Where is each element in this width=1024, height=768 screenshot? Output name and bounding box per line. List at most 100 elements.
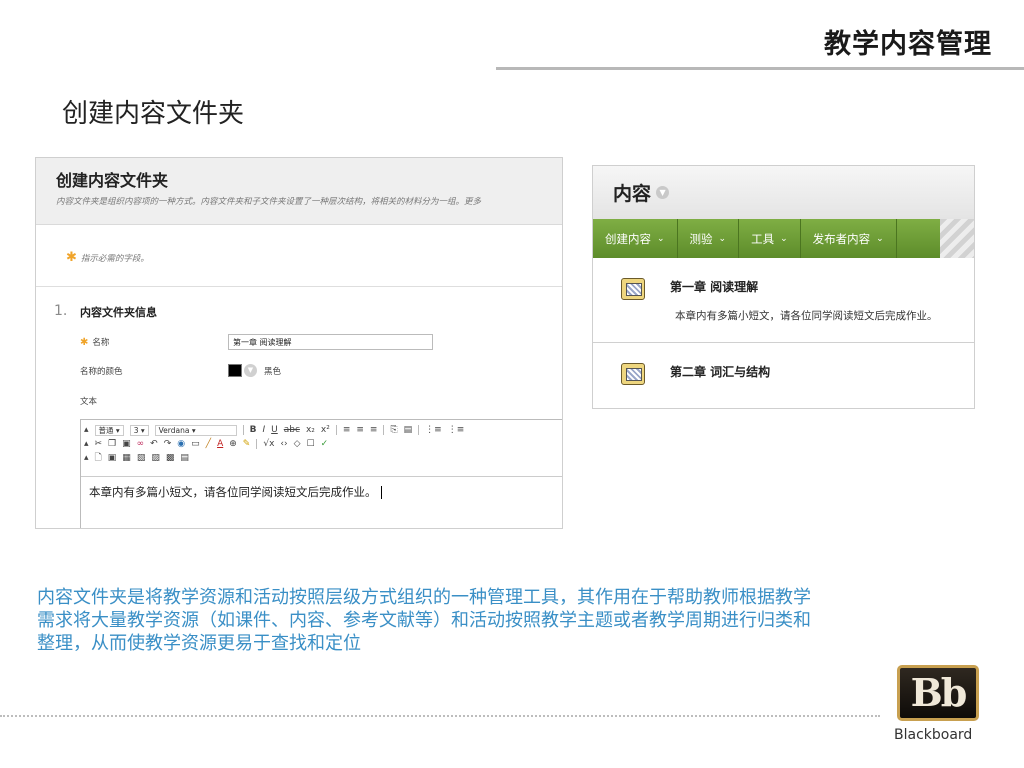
collapse-icon[interactable]: ▴ xyxy=(84,425,89,435)
collapse-icon[interactable]: ▴ xyxy=(84,453,89,463)
align-center-icon[interactable]: ≡ xyxy=(356,425,364,435)
size-select[interactable]: 3 ▾ xyxy=(129,424,149,436)
chevron-down-icon[interactable]: ▼ xyxy=(244,364,257,377)
title-divider xyxy=(496,67,1024,70)
numbered-list-icon[interactable]: ⋮≡ xyxy=(425,425,442,435)
toolbar-separator xyxy=(256,439,258,449)
color-picker[interactable]: ▼ 黑色 xyxy=(228,364,281,377)
align-left-icon[interactable]: ≡ xyxy=(343,425,351,435)
chevron-down-icon: ⌄ xyxy=(780,233,788,244)
blackboard-wordmark: Blackboard xyxy=(894,727,973,743)
align-right-icon[interactable]: ≡ xyxy=(370,425,378,435)
insert-audio-icon[interactable]: ▧ xyxy=(137,453,146,463)
folder-icon xyxy=(621,278,645,300)
clipboard-icon[interactable]: ▤ xyxy=(404,425,413,435)
create-folder-form: 创建内容文件夹 内容文件夹是组织内容项的一种方式。内容文件夹和子文件夹设置了一种… xyxy=(35,157,563,529)
required-note-text: 指示必需的字段。 xyxy=(80,254,149,264)
font-select[interactable]: Verdana ▾ xyxy=(154,424,237,436)
color-label: 名称的颜色 xyxy=(80,367,123,377)
chevron-down-icon: ⌄ xyxy=(876,233,884,244)
chevron-down-icon: ⌄ xyxy=(718,233,727,244)
section-heading: 创建内容文件夹 xyxy=(62,99,245,129)
content-header: 内容 ▼ xyxy=(593,166,974,219)
chevron-down-icon: ⌄ xyxy=(657,233,665,244)
toolbar-separator xyxy=(383,425,385,435)
toolbar-separator xyxy=(242,425,244,435)
content-item[interactable]: 第二章 词汇与结构 xyxy=(593,343,974,408)
superscript-icon[interactable]: x² xyxy=(321,425,330,435)
undo-icon[interactable]: ↶ xyxy=(150,439,158,449)
unlink-icon[interactable]: ∞ xyxy=(137,439,145,449)
insert-video-icon[interactable]: ▨ xyxy=(151,453,160,463)
insert-image-icon[interactable]: ▣ xyxy=(108,453,117,463)
paste-icon[interactable]: ▣ xyxy=(122,439,131,449)
bullet-list-icon[interactable]: ⋮≡ xyxy=(448,425,465,435)
collapse-icon[interactable]: ▴ xyxy=(84,439,89,449)
editor-text: 本章内有多篇小短文，请各位同学阅读短文后完成作业。 xyxy=(89,485,377,499)
tools-button[interactable]: 工具 ⌄ xyxy=(739,219,801,258)
action-bar-stripes xyxy=(940,219,974,258)
item-description: 本章内有多篇小短文，请各位同学阅读短文后完成作业。 xyxy=(675,310,938,322)
name-label-text: 名称 xyxy=(92,338,110,348)
editor-toolbar-row-3: ▴ 🗋 ▣ ▦ ▧ ▨ ▩ ▤ xyxy=(81,450,562,466)
required-star-icon: ✱ xyxy=(66,250,77,265)
fullscreen-icon[interactable]: ☐ xyxy=(307,439,315,449)
color-value: 黑色 xyxy=(264,366,282,377)
insert-flash-icon[interactable]: ▩ xyxy=(166,453,175,463)
item-title[interactable]: 第二章 词汇与结构 xyxy=(670,363,770,380)
editor-toolbar-row-1: ▴ 普通 ▾ 3 ▾ Verdana ▾ B I U abc x₂ x² ≡ ≡… xyxy=(81,423,562,437)
content-area: 内容 ▼ 创建内容 ⌄ 测验 ⌄ 工具 ⌄ 发布者内容 ⌄ 第一章 阅读理解 本章内有多… xyxy=(592,165,975,409)
create-content-button[interactable]: 创建内容 ⌄ xyxy=(593,219,678,258)
editor-content[interactable]: 本章内有多篇小短文，请各位同学阅读短文后完成作业。 xyxy=(81,476,562,507)
content-item[interactable]: 第一章 阅读理解 本章内有多篇小短文，请各位同学阅读短文后完成作业。 xyxy=(593,258,974,342)
color-swatch[interactable] xyxy=(228,364,242,377)
text-caret xyxy=(380,486,382,499)
section-number: 1. xyxy=(54,303,68,319)
publisher-content-button[interactable]: 发布者内容 ⌄ xyxy=(801,219,897,258)
toolbar-separator xyxy=(335,425,337,435)
required-star-icon: ✱ xyxy=(80,337,89,348)
underline-icon[interactable]: U xyxy=(271,425,278,435)
blackboard-logo: Bb xyxy=(897,665,979,721)
name-label: ✱ 名称 xyxy=(80,336,109,348)
math-icon[interactable]: √x xyxy=(263,439,274,449)
form-header: 创建内容文件夹 内容文件夹是组织内容项的一种方式。内容文件夹和子文件夹设置了一种… xyxy=(36,158,562,225)
toolbar-separator xyxy=(418,425,420,435)
mashup-icon[interactable]: ◉ xyxy=(177,439,185,449)
section-title: 内容文件夹信息 xyxy=(80,306,157,319)
cut-icon[interactable]: ✂ xyxy=(95,439,103,449)
find-icon[interactable]: ⎘ xyxy=(390,425,397,435)
highlight-icon[interactable]: ╱ xyxy=(206,439,211,449)
editor-toolbar-row-2: ▴ ✂ ❐ ▣ ∞ ↶ ↷ ◉ ▭ ╱ A ⊕ ✎ √x ‹› ◇ ☐ ✓ xyxy=(81,437,562,451)
spellcheck-icon[interactable]: ✓ xyxy=(321,439,329,449)
code-icon[interactable]: ◇ xyxy=(294,439,301,449)
html-icon[interactable]: ‹› xyxy=(280,439,287,449)
folder-icon xyxy=(621,363,645,385)
copy-icon[interactable]: ❐ xyxy=(108,439,116,449)
form-description: 内容文件夹是组织内容项的一种方式。内容文件夹和子文件夹设置了一种层次结构，将相关… xyxy=(56,197,482,207)
paragraph-select[interactable]: 普通 ▾ xyxy=(94,424,124,436)
strikethrough-icon[interactable]: abc xyxy=(284,425,300,435)
assessment-button[interactable]: 测验 ⌄ xyxy=(678,219,740,258)
text-color-icon[interactable]: A xyxy=(217,439,223,449)
redo-icon[interactable]: ↷ xyxy=(164,439,172,449)
attach-file-icon[interactable]: 🗋 xyxy=(95,450,102,466)
name-input[interactable]: 第一章 阅读理解 xyxy=(228,334,433,350)
footer-divider xyxy=(0,715,880,717)
preview-icon[interactable]: ▤ xyxy=(180,453,189,463)
bold-icon[interactable]: B xyxy=(250,425,257,435)
subscript-icon[interactable]: x₂ xyxy=(306,425,315,435)
content-title: 内容 xyxy=(613,183,652,205)
rich-text-editor: ▴ 普通 ▾ 3 ▾ Verdana ▾ B I U abc x₂ x² ≡ ≡… xyxy=(80,419,562,528)
italic-icon[interactable]: I xyxy=(263,425,266,435)
slide-title: 教学内容管理 xyxy=(824,29,992,60)
slide-description: 内容文件夹是将教学资源和活动按照层级方式组织的一种管理工具，其作用在于帮助教师根… xyxy=(37,587,811,654)
insert-icon[interactable]: ⊕ xyxy=(229,439,237,449)
item-title[interactable]: 第一章 阅读理解 xyxy=(670,278,758,295)
form-divider xyxy=(36,286,562,287)
insert-media-icon[interactable]: ▦ xyxy=(122,453,131,463)
text-label: 文本 xyxy=(80,397,98,407)
table-icon[interactable]: ▭ xyxy=(191,439,200,449)
chevron-down-icon[interactable]: ▼ xyxy=(656,186,670,199)
pen-icon[interactable]: ✎ xyxy=(243,439,251,449)
